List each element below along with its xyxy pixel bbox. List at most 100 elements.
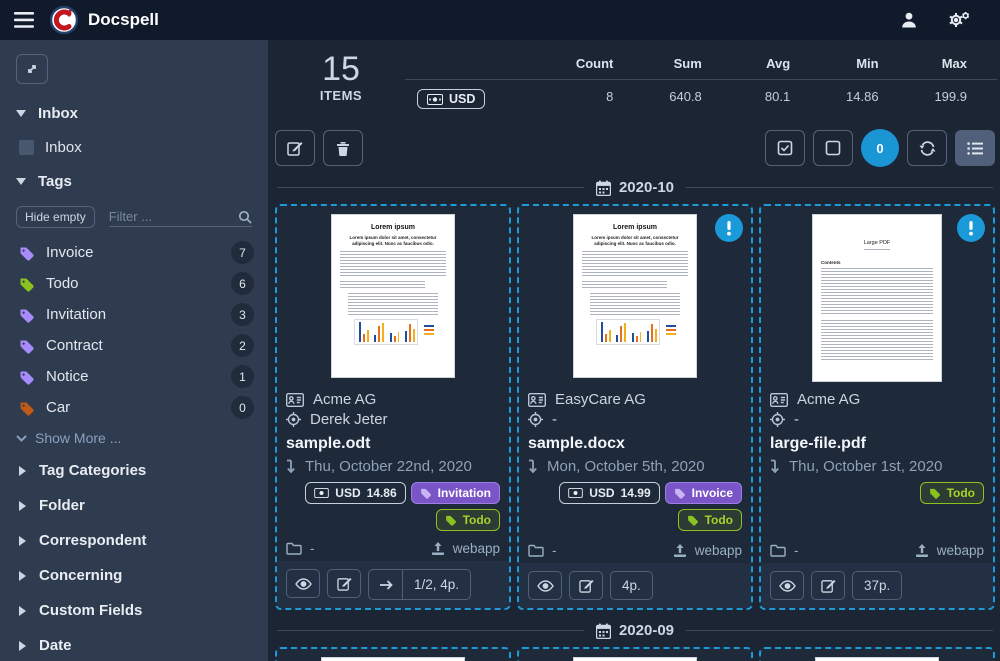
- concerning-row: Derek Jeter: [286, 411, 500, 428]
- tag-icon: [445, 514, 457, 526]
- item-badges: USD 14.86 Invitation Todo: [286, 482, 500, 532]
- caret-right-icon: [19, 466, 26, 476]
- sidebar-section-tag-categories[interactable]: Tag Categories: [0, 453, 268, 488]
- settings-cogs-icon[interactable]: [948, 11, 970, 29]
- sidebar-section-inbox[interactable]: Inbox: [0, 96, 268, 131]
- item-name: large-file.pdf: [770, 435, 984, 453]
- item-date-row: Thu, October 22nd, 2020: [286, 458, 500, 475]
- item-card-large-file-pdf[interactable]: Large PDF Contents Acme AG -: [759, 204, 995, 610]
- card-actions: 1/2, 4p.: [277, 561, 509, 608]
- edit-item-button[interactable]: [327, 569, 361, 598]
- tags-filter-bar: Hide empty: [0, 199, 268, 237]
- upload-icon: [915, 544, 929, 558]
- top-navbar: Docspell: [0, 0, 1000, 40]
- tag-badge-invitation: Invitation: [411, 482, 500, 504]
- document-preview[interactable]: Lorem ipsum Lorem ipsum dolor sit amet, …: [277, 206, 509, 382]
- show-more-tags-link[interactable]: Show More ...: [0, 423, 268, 453]
- stats-panel: 15 ITEMS Count Sum Avg Min Max USD: [273, 40, 997, 117]
- correspondent-row: EasyCare AG: [528, 391, 742, 408]
- concerning-row: -: [770, 411, 984, 428]
- preview-title: Lorem ipsum: [582, 224, 688, 231]
- next-attachment-button[interactable]: [369, 570, 403, 599]
- main-content: 15 ITEMS Count Sum Avg Min Max USD: [268, 40, 1000, 661]
- document-preview[interactable]: Lorem ipsum dolor sit amet, consectetur …: [519, 649, 751, 661]
- item-cards-grid: Keywords in PDF Lorem ipsum dolor sit am…: [275, 647, 995, 661]
- address-card-icon: [770, 393, 788, 407]
- deselect-all-button[interactable]: [813, 130, 853, 166]
- alert-badge-icon: [715, 214, 743, 242]
- refresh-button[interactable]: [907, 130, 947, 166]
- tag-item-invoice[interactable]: Invoice 7: [0, 237, 268, 268]
- edit-item-button[interactable]: [569, 571, 603, 600]
- folder-value: -: [552, 543, 557, 558]
- tag-badge-invoice: Invoice: [665, 482, 742, 504]
- delete-selected-button[interactable]: [323, 130, 363, 166]
- menu-icon[interactable]: [14, 12, 34, 28]
- select-all-button[interactable]: [765, 130, 805, 166]
- view-item-button[interactable]: [770, 571, 804, 600]
- sidebar-section-folder[interactable]: Folder: [0, 488, 268, 523]
- upload-icon: [431, 542, 445, 556]
- section-label: Folder: [39, 497, 85, 514]
- tag-item-todo[interactable]: Todo 6: [0, 268, 268, 299]
- tag-badge-todo: Todo: [920, 482, 984, 504]
- arrow-down-icon: [770, 459, 780, 474]
- expand-search-menu-button[interactable]: [16, 54, 48, 84]
- item-card-sample-docx[interactable]: Lorem ipsum Lorem ipsum dolor sit amet, …: [517, 204, 753, 610]
- tag-name: Notice: [46, 368, 89, 385]
- view-item-button[interactable]: [286, 569, 320, 598]
- amount-badge: USD 14.86: [305, 482, 405, 504]
- list-view-toggle-button[interactable]: [955, 130, 995, 166]
- edit-item-button[interactable]: [811, 571, 845, 600]
- checkbox-unchecked-icon[interactable]: [19, 140, 34, 155]
- tags-section-label: Tags: [38, 173, 72, 190]
- tag-filter-input[interactable]: [109, 209, 238, 224]
- page-count-label: 37p.: [852, 571, 902, 600]
- item-badges: Todo: [770, 482, 984, 532]
- app-logo[interactable]: Docspell: [50, 6, 159, 34]
- tag-item-car[interactable]: Car 0: [0, 392, 268, 423]
- tag-icon: [420, 487, 432, 499]
- sidebar-section-correspondent[interactable]: Correspondent: [0, 523, 268, 558]
- tag-filter-field: [109, 207, 252, 227]
- item-date: Thu, October 22nd, 2020: [305, 458, 472, 475]
- stats-value-min: 14.86: [820, 80, 908, 113]
- sidebar-section-concerning[interactable]: Concerning: [0, 558, 268, 593]
- tag-count-badge: 0: [231, 396, 254, 419]
- correspondent-name: EasyCare AG: [555, 391, 646, 408]
- view-item-button[interactable]: [528, 571, 562, 600]
- tag-label: Invitation: [438, 486, 491, 500]
- items-total: 15 ITEMS: [277, 52, 405, 103]
- items-label: ITEMS: [277, 88, 405, 103]
- currency-label: USD: [449, 92, 475, 106]
- amount-value: 14.99: [621, 486, 651, 500]
- document-preview[interactable]: Keywords in PDF: [277, 649, 509, 661]
- tag-label: Todo: [947, 486, 975, 500]
- item-card[interactable]: Keywords in PDF: [275, 647, 511, 661]
- tag-label: Invoice: [692, 486, 733, 500]
- item-card[interactable]: Lorem ipsum dolor sit amet, consectetur …: [517, 647, 753, 661]
- item-cards-grid: Lorem ipsum Lorem ipsum dolor sit amet, …: [275, 204, 995, 610]
- tag-item-contract[interactable]: Contract 2: [0, 330, 268, 361]
- tag-item-invitation[interactable]: Invitation 3: [0, 299, 268, 330]
- preview-subtitle: Lorem ipsum dolor sit amet, consectetur …: [582, 235, 688, 247]
- tag-name: Invoice: [46, 244, 94, 261]
- item-card-sample-odt[interactable]: Lorem ipsum Lorem ipsum dolor sit amet, …: [275, 204, 511, 610]
- sidebar-section-custom-fields[interactable]: Custom Fields: [0, 593, 268, 628]
- edit-selected-button[interactable]: [275, 130, 315, 166]
- sidebar-section-tags[interactable]: Tags: [0, 164, 268, 199]
- correspondent-row: Acme AG: [770, 391, 984, 408]
- selection-count-badge[interactable]: 0: [861, 129, 899, 167]
- sidebar-section-date[interactable]: Date: [0, 628, 268, 661]
- folder-icon: [770, 544, 786, 557]
- tag-item-notice[interactable]: Notice 1: [0, 361, 268, 392]
- section-label: Tag Categories: [39, 462, 146, 479]
- inbox-checkbox-item[interactable]: Inbox: [0, 131, 268, 164]
- item-card[interactable]: Lorem ipsum Lorem ipsum dolor sit amet, …: [759, 647, 995, 661]
- document-preview[interactable]: Lorem ipsum Lorem ipsum dolor sit amet, …: [761, 649, 993, 661]
- caret-down-icon: [16, 178, 26, 185]
- tag-icon: [19, 245, 35, 261]
- user-icon[interactable]: [900, 11, 918, 29]
- sidebar: Inbox Inbox Tags Hide empty Invoice 7: [0, 40, 268, 661]
- hide-empty-button[interactable]: Hide empty: [16, 206, 95, 228]
